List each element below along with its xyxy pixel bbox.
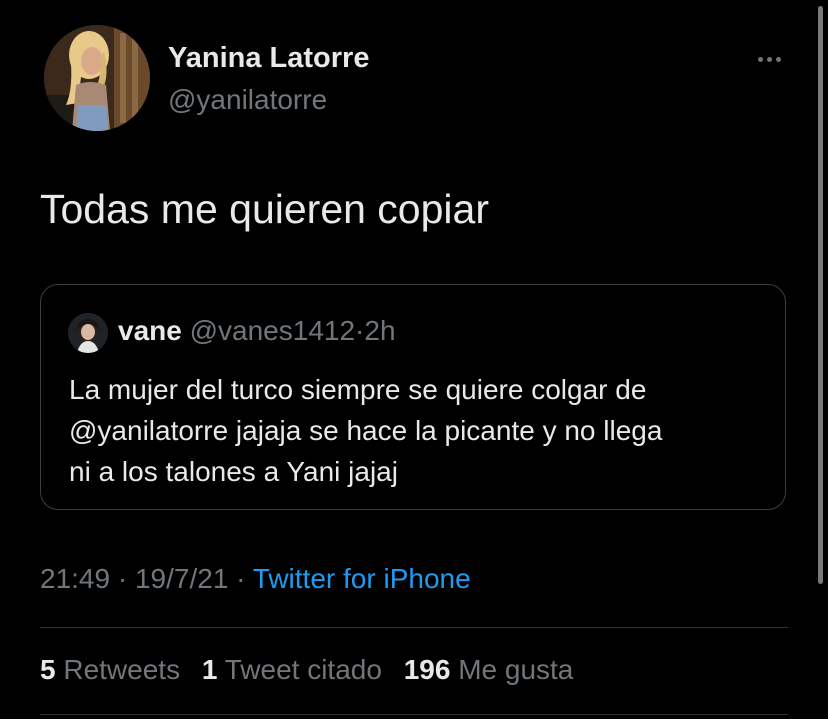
quoted-tweet-header: vane @vanes1412·2h — [118, 315, 396, 347]
more-options-button[interactable] — [748, 44, 790, 74]
quoted-author-avatar-image — [68, 313, 108, 353]
tweet-stats: 5 Retweets 1 Tweet citado 196 Me gusta — [40, 654, 587, 686]
divider-top — [40, 627, 788, 628]
quoted-author-avatar[interactable] — [68, 313, 108, 353]
quoted-tweet-text: La mujer del turco siempre se quiere col… — [69, 369, 769, 492]
quotes-label: Tweet citado — [224, 654, 382, 685]
quoted-author-name[interactable]: vane — [118, 315, 182, 346]
retweets-count: 5 — [40, 654, 56, 685]
likes-count: 196 — [403, 654, 451, 685]
more-horizontal-icon-dot — [766, 56, 772, 62]
author-avatar[interactable] — [44, 25, 150, 131]
quoted-tweet-line: La mujer del turco siempre se quiere col… — [69, 374, 647, 405]
quoted-tweet-line: ni a los talones a Yani jajaj — [69, 456, 398, 487]
tweet-time[interactable]: 21:49 — [40, 563, 110, 594]
scrollbar[interactable] — [818, 6, 823, 584]
likes-stat[interactable]: 196 Me gusta — [404, 654, 574, 686]
quotes-count: 1 — [201, 654, 218, 685]
more-horizontal-icon-dot — [775, 56, 781, 62]
quoted-tweet-line: @yanilatorre jajaja se hace la picante y… — [69, 415, 663, 446]
quoted-tweet-time[interactable]: 2h — [364, 315, 395, 346]
tweet-date[interactable]: 19/7/21 — [135, 563, 228, 594]
author-handle[interactable]: @yanilatorre — [168, 84, 327, 116]
likes-label: Me gusta — [458, 654, 574, 685]
more-horizontal-icon — [757, 56, 763, 62]
tweet-meta: 21:49 · 19/7/21 · Twitter for iPhone — [40, 563, 471, 595]
tweet-source-link[interactable]: Twitter for iPhone — [253, 563, 471, 594]
meta-separator: · — [117, 563, 128, 594]
author-name[interactable]: Yanina Latorre — [168, 42, 369, 75]
divider-bottom — [40, 714, 788, 715]
retweets-stat[interactable]: 5 Retweets — [40, 654, 180, 686]
author-avatar-image — [44, 25, 150, 131]
tweet-text: Todas me quieren copiar — [40, 186, 489, 232]
quoted-tweet-card[interactable]: vane @vanes1412·2h La mujer del turco si… — [40, 284, 786, 510]
quotes-stat[interactable]: 1 Tweet citado — [202, 654, 382, 686]
quoted-header-separator: · — [355, 315, 365, 346]
meta-separator: · — [236, 563, 246, 594]
retweets-label: Retweets — [63, 654, 181, 685]
quoted-author-handle[interactable]: @vanes1412 — [190, 315, 355, 346]
